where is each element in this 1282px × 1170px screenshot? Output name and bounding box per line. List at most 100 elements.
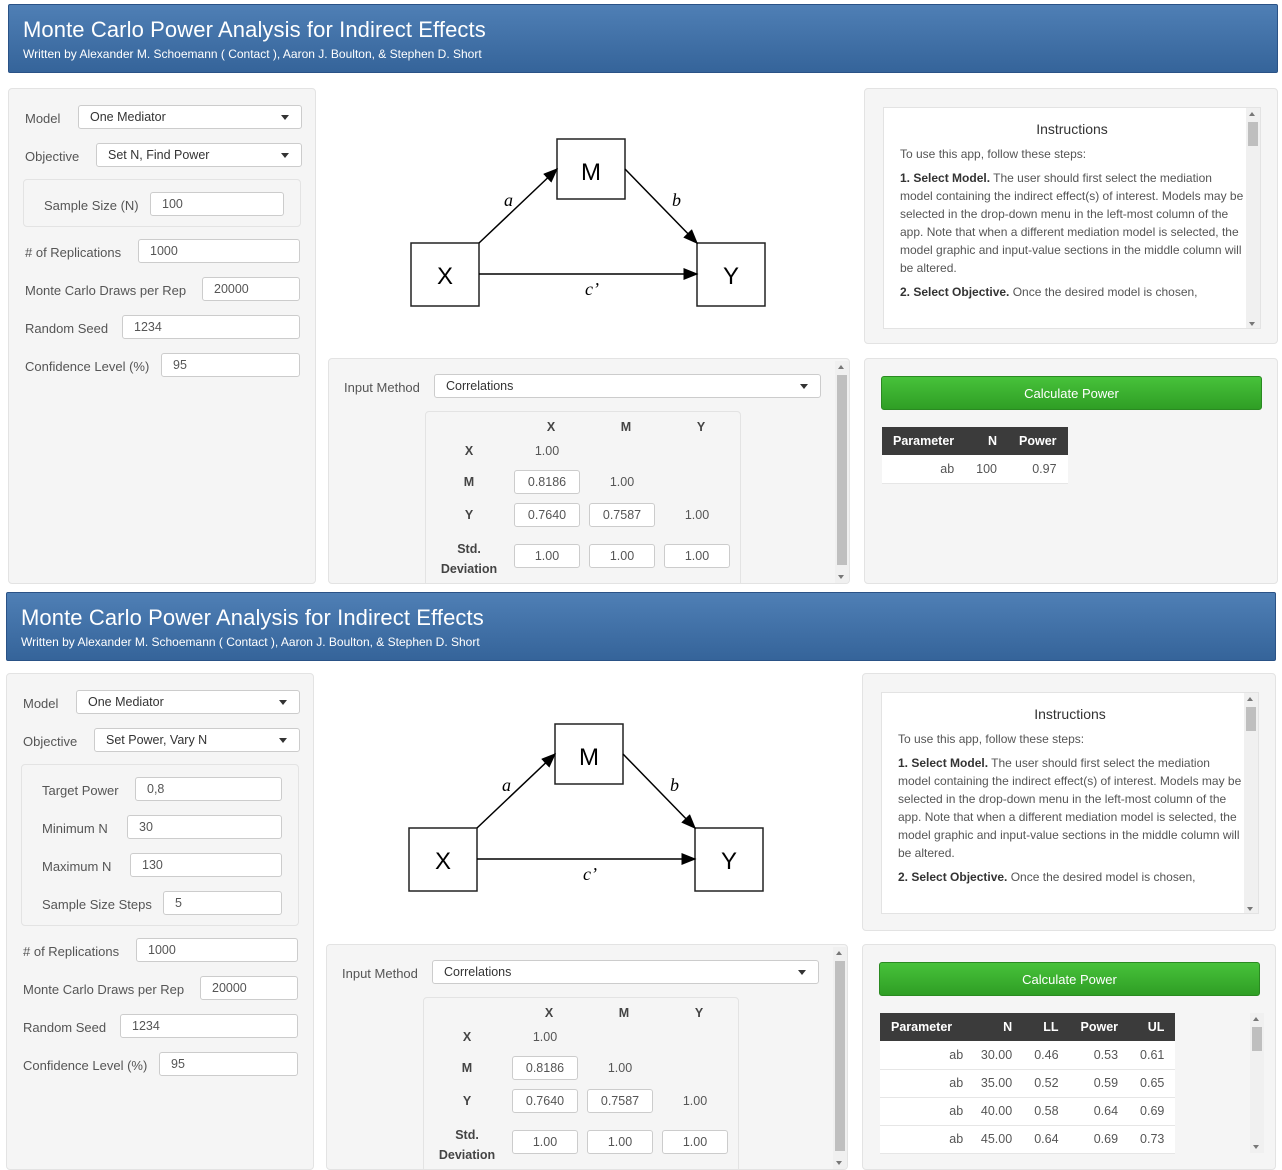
cell-ym-input[interactable]: 0.7587: [587, 1089, 653, 1113]
sample-size-label: Sample Size (N): [44, 198, 139, 213]
path-b-arrow: [624, 168, 699, 245]
input-panel-scrollbar[interactable]: [833, 947, 847, 1169]
sd-label-line2: Deviation: [438, 1148, 496, 1162]
scroll-up-icon: [1247, 697, 1253, 701]
results-table: Parameter N LL Power UL ab 30.00 0.46 0.53 0…: [880, 1013, 1176, 1154]
model-select[interactable]: One Mediator: [78, 105, 302, 129]
sd-y-input[interactable]: 1.00: [664, 544, 730, 568]
cell-yx-input[interactable]: 0.7640: [512, 1089, 578, 1113]
scrollbar-thumb[interactable]: [837, 375, 847, 565]
scroll-down-icon: [836, 1161, 842, 1165]
chevron-down-icon: [798, 970, 806, 975]
path-c-label: c’: [585, 279, 599, 299]
cell-mm: 1.00: [607, 1061, 633, 1075]
sd-y-input[interactable]: 1.00: [662, 1130, 728, 1154]
cell-ul: 0.61: [1129, 1041, 1176, 1070]
scroll-up-icon: [1253, 1017, 1259, 1021]
random-seed-input[interactable]: 1234: [120, 1014, 298, 1038]
cell-ll: 0.46: [1023, 1041, 1070, 1070]
scrollbar-thumb[interactable]: [1252, 1027, 1262, 1051]
cell-ll: 0.58: [1023, 1097, 1070, 1126]
confidence-input[interactable]: 95: [161, 353, 300, 377]
confidence-label: Confidence Level (%): [23, 1058, 148, 1073]
replications-input[interactable]: 1000: [138, 239, 300, 263]
objective-settings-well: Target Power 0,8 Minimum N 30 Maximum N …: [21, 764, 299, 926]
col-parameter: Parameter: [880, 1013, 964, 1041]
path-b-label: b: [672, 190, 681, 210]
step2-text: Once the desired model is chosen,: [1007, 870, 1196, 884]
step2-text: Once the desired model is chosen,: [1009, 285, 1198, 299]
x-label: X: [435, 848, 451, 875]
model-select-value: One Mediator: [88, 695, 164, 709]
maximum-n-label: Maximum N: [42, 859, 112, 874]
chevron-down-icon: [279, 738, 287, 743]
cell-yy: 1.00: [684, 508, 710, 522]
results-scrollbar[interactable]: [1250, 1013, 1264, 1153]
instructions-well: Instructions To use this app, follow the…: [862, 673, 1276, 931]
replications-input[interactable]: 1000: [136, 938, 298, 962]
matrix-row-m: M: [461, 1061, 473, 1075]
model-label: Model: [23, 696, 59, 711]
input-method-select[interactable]: Correlations: [432, 960, 819, 984]
cell-ym-input[interactable]: 0.7587: [589, 503, 655, 527]
model-select[interactable]: One Mediator: [76, 690, 300, 714]
maximum-n-input[interactable]: 130: [130, 853, 282, 877]
results-scroll-area: Parameter N LL Power UL ab 30.00 0.46 0.53 0…: [880, 1013, 1266, 1163]
results-well: Calculate Power Parameter N Power ab 100…: [864, 358, 1278, 584]
calculate-power-button[interactable]: Calculate Power: [879, 962, 1260, 996]
input-method-select[interactable]: Correlations: [434, 374, 821, 398]
step2-heading: 2. Select Objective.: [900, 285, 1010, 299]
sd-x-input[interactable]: 1.00: [514, 544, 580, 568]
col-n: N: [965, 427, 1009, 455]
random-seed-label: Random Seed: [25, 321, 109, 336]
sd-m-input[interactable]: 1.00: [589, 544, 655, 568]
target-power-input[interactable]: 0,8: [135, 777, 282, 801]
scrollbar-thumb[interactable]: [835, 961, 845, 1151]
replications-label: # of Replications: [23, 944, 120, 959]
cell-yx-input[interactable]: 0.7640: [514, 503, 580, 527]
step1-heading: 1. Select Model.: [900, 171, 991, 185]
chevron-down-icon: [279, 700, 287, 705]
random-seed-input[interactable]: 1234: [122, 315, 300, 339]
cell-xx: 1.00: [534, 444, 560, 458]
minimum-n-input[interactable]: 30: [127, 815, 282, 839]
sd-x-input[interactable]: 1.00: [512, 1130, 578, 1154]
mc-draws-input[interactable]: 20000: [202, 277, 300, 301]
step1-text: The user should first select the mediati…: [898, 756, 1242, 860]
correlation-matrix: X M Y X M Y Std. Deviation 1.00 0.8186 1.…: [423, 997, 739, 1169]
cell-n: 35.00: [963, 1069, 1024, 1098]
model-select-value: One Mediator: [90, 110, 166, 124]
scroll-down-icon: [838, 575, 844, 579]
instructions-title: Instructions: [1034, 706, 1106, 722]
instructions-box: Instructions To use this app, follow the…: [881, 692, 1259, 914]
instructions-intro: To use this app, follow these steps:: [900, 147, 1087, 161]
cell-mx-input[interactable]: 0.8186: [514, 470, 580, 494]
sample-size-input[interactable]: 100: [150, 192, 284, 216]
instructions-scrollbar[interactable]: [1246, 108, 1260, 328]
confidence-input[interactable]: 95: [159, 1052, 298, 1076]
table-row: ab 35.00 0.52 0.59 0.65: [880, 1069, 1176, 1098]
mc-draws-input[interactable]: 20000: [200, 976, 298, 1000]
results-header-row: Parameter N LL Power UL: [880, 1013, 1176, 1041]
scrollbar-thumb[interactable]: [1248, 122, 1258, 146]
sample-size-steps-input[interactable]: 5: [163, 891, 282, 915]
objective-select[interactable]: Set Power, Vary N: [94, 728, 300, 752]
replications-label: # of Replications: [25, 245, 122, 260]
scroll-down-icon: [1247, 907, 1253, 911]
mc-draws-label: Monte Carlo Draws per Rep: [25, 283, 187, 298]
cell-mx-input[interactable]: 0.8186: [512, 1056, 578, 1080]
calculate-power-button[interactable]: Calculate Power: [881, 376, 1262, 410]
objective-select[interactable]: Set N, Find Power: [96, 143, 302, 167]
input-method-select-value: Correlations: [444, 965, 512, 979]
scrollbar-thumb[interactable]: [1246, 707, 1256, 731]
col-power: Power: [1008, 427, 1068, 455]
path-a-label: a: [502, 775, 511, 795]
cell-mm: 1.00: [609, 475, 635, 489]
instructions-scrollbar[interactable]: [1244, 693, 1258, 913]
objective-settings-well: Sample Size (N) 100: [23, 179, 301, 227]
input-panel-scrollbar[interactable]: [835, 361, 849, 583]
table-row: ab 40.00 0.58 0.64 0.69: [880, 1097, 1176, 1126]
path-a-arrow: [478, 167, 559, 244]
instructions-step2: 2. Select Objective. Once the desired mo…: [884, 283, 1260, 301]
sd-m-input[interactable]: 1.00: [587, 1130, 653, 1154]
